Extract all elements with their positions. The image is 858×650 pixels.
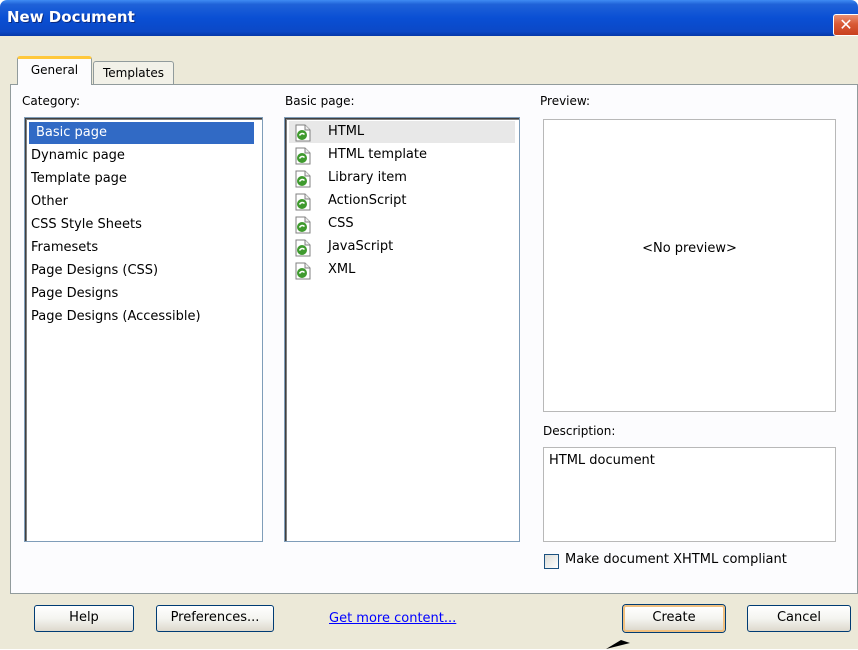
document-icon [295,147,311,165]
category-label: Category: [22,94,80,108]
category-item-template-page[interactable]: Template page [31,168,127,190]
description-text: HTML document [549,453,655,468]
page-item-label: ActionScript [328,193,407,208]
tab-templates[interactable]: Templates [93,61,174,84]
help-button[interactable]: Help [34,605,134,632]
close-icon: ✕ [839,15,853,34]
document-icon [295,170,311,188]
document-icon [295,216,311,234]
basic-page-label: Basic page: [285,94,355,108]
document-icon [295,262,311,280]
category-item-page-designs-accessible[interactable]: Page Designs (Accessible) [31,306,201,328]
document-icon [295,193,311,211]
close-button[interactable]: ✕ [833,14,858,36]
dialog-body: General Templates Category: Basic page D… [0,36,858,649]
page-item-html[interactable]: HTML [289,121,515,143]
page-item-label: Library item [328,170,407,185]
page-item-xml[interactable]: XML [289,259,515,281]
category-item-other[interactable]: Other [31,191,68,213]
page-item-label: JavaScript [328,239,394,254]
category-item-dynamic-page[interactable]: Dynamic page [31,145,125,167]
page-item-label: CSS [328,216,354,231]
preview-placeholder: <No preview> [642,241,737,256]
page-item-label: HTML template [328,147,427,162]
tab-general-label: General [30,63,79,77]
page-item-library-item[interactable]: Library item [289,167,515,189]
basic-page-list[interactable]: HTML HTML template Library item ActionSc… [284,117,520,542]
page-item-actionscript[interactable]: ActionScript [289,190,515,212]
preferences-button[interactable]: Preferences... [156,605,274,632]
preview-label: Preview: [540,94,591,108]
tab-templates-label: Templates [102,66,164,80]
category-item-page-designs-css[interactable]: Page Designs (CSS) [31,260,158,282]
document-icon [295,239,311,257]
category-item-basic-page[interactable]: Basic page [29,122,254,144]
xhtml-compliant-label[interactable]: Make document XHTML compliant [565,552,787,567]
page-item-label: HTML [328,124,365,139]
category-item-css-style-sheets[interactable]: CSS Style Sheets [31,214,142,236]
category-list[interactable]: Basic page Dynamic page Template page Ot… [24,117,263,542]
page-item-javascript[interactable]: JavaScript [289,236,515,258]
document-icon [295,124,311,142]
description-label: Description: [543,424,616,438]
category-item-page-designs[interactable]: Page Designs [31,283,118,305]
page-item-html-template[interactable]: HTML template [289,144,515,166]
preview-pane: <No preview> [543,119,836,412]
category-item-framesets[interactable]: Framesets [31,237,98,259]
window-title: New Document [7,8,135,26]
page-item-label: XML [328,262,356,277]
xhtml-compliant-checkbox[interactable] [544,554,559,569]
title-bar[interactable]: New Document ✕ [0,0,858,36]
description-box: HTML document [543,447,836,542]
page-item-css[interactable]: CSS [289,213,515,235]
cancel-button[interactable]: Cancel [747,605,851,632]
create-button[interactable]: Create [623,605,725,632]
help-button-label: Help [69,610,99,625]
preferences-button-label: Preferences... [170,610,260,625]
create-button-label: Create [652,610,696,625]
tab-general[interactable]: General [17,56,92,85]
get-more-content-link[interactable]: Get more content... [329,611,456,626]
cancel-button-label: Cancel [776,610,822,625]
